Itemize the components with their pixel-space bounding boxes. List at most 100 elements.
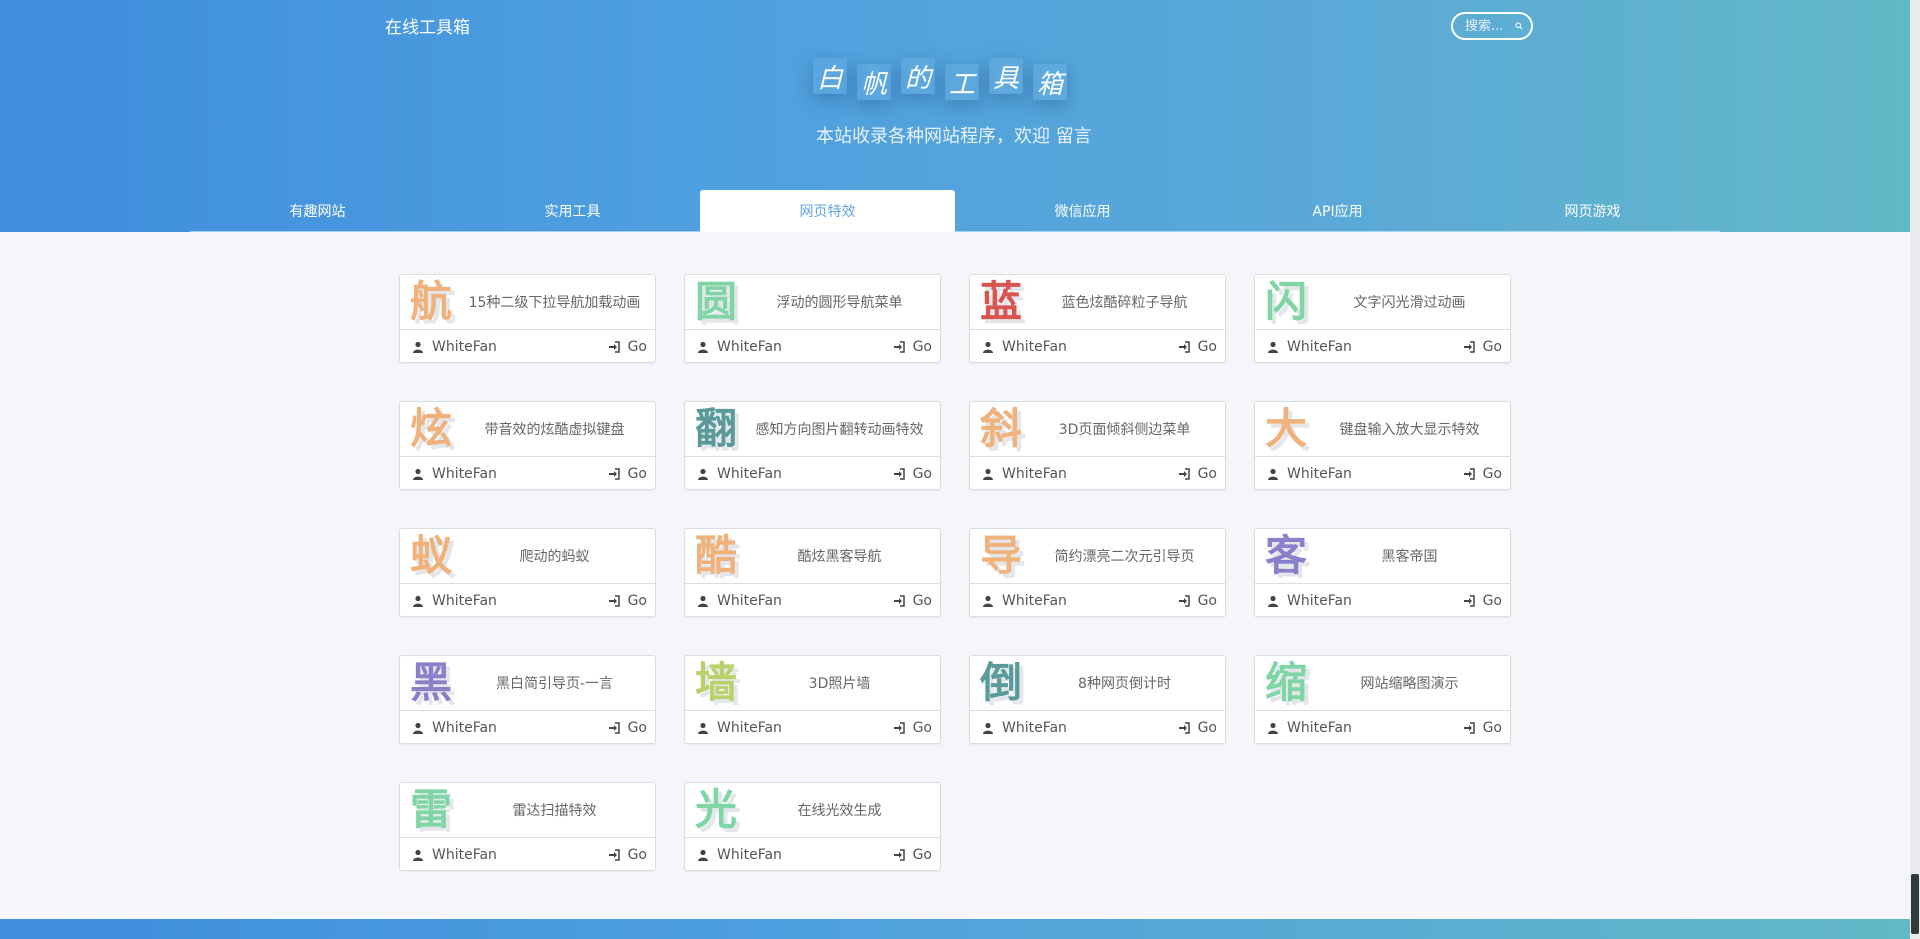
- card-author: WhiteFan: [982, 593, 1067, 609]
- effect-card[interactable]: 翻 感知方向图片翻转动画特效 WhiteFan Go: [684, 401, 941, 490]
- go-link[interactable]: Go: [1178, 466, 1217, 482]
- go-label: Go: [1197, 720, 1217, 736]
- search-input[interactable]: [1463, 17, 1515, 35]
- card-footer: WhiteFan Go: [685, 584, 940, 618]
- card-title[interactable]: 文字闪光滑过动画: [1317, 292, 1510, 312]
- go-link[interactable]: Go: [608, 593, 647, 609]
- tab-web-games[interactable]: 网页游戏: [1465, 190, 1720, 232]
- go-link[interactable]: Go: [1463, 466, 1502, 482]
- author-name: WhiteFan: [1002, 720, 1067, 736]
- tab-wechat-apps[interactable]: 微信应用: [955, 190, 1210, 232]
- go-label: Go: [627, 720, 647, 736]
- card-title[interactable]: 在线光效生成: [747, 800, 940, 820]
- go-label: Go: [1197, 593, 1217, 609]
- card-header: 酷 酷炫黑客导航: [685, 529, 940, 584]
- card-glyph: 雷: [409, 785, 452, 834]
- go-link[interactable]: Go: [608, 720, 647, 736]
- card-title[interactable]: 雷达扫描特效: [462, 800, 655, 820]
- card-author: WhiteFan: [697, 466, 782, 482]
- effect-card[interactable]: 倒 8种网页倒计时 WhiteFan Go: [969, 655, 1226, 744]
- sign-in-icon: [1463, 468, 1475, 480]
- user-icon: [983, 341, 993, 353]
- card-author: WhiteFan: [697, 847, 782, 863]
- card-title[interactable]: 网站缩略图演示: [1317, 673, 1510, 693]
- effect-card[interactable]: 导 简约漂亮二次元引导页 WhiteFan Go: [969, 528, 1226, 617]
- scrollbar-thumb[interactable]: [1911, 874, 1919, 934]
- go-link[interactable]: Go: [893, 720, 932, 736]
- effect-card[interactable]: 圆 浮动的圆形导航菜单 WhiteFan Go: [684, 274, 941, 363]
- go-label: Go: [912, 720, 932, 736]
- tab-fun-sites[interactable]: 有趣网站: [190, 190, 445, 232]
- card-title[interactable]: 感知方向图片翻转动画特效: [747, 419, 940, 439]
- effect-card[interactable]: 炫 带音效的炫酷虚拟键盘 WhiteFan Go: [399, 401, 656, 490]
- scrollbar[interactable]: [1910, 0, 1920, 939]
- card-title[interactable]: 键盘输入放大显示特效: [1317, 419, 1510, 439]
- card-title[interactable]: 酷炫黑客导航: [747, 546, 940, 566]
- go-link[interactable]: Go: [893, 847, 932, 863]
- effect-card[interactable]: 蚁 爬动的蚂蚁 WhiteFan Go: [399, 528, 656, 617]
- sign-in-icon: [608, 468, 620, 480]
- card-title[interactable]: 8种网页倒计时: [1032, 673, 1225, 693]
- card-glyph: 蓝: [979, 277, 1022, 326]
- effect-card[interactable]: 光 在线光效生成 WhiteFan Go: [684, 782, 941, 871]
- tab-web-effects[interactable]: 网页特效: [700, 190, 955, 232]
- tab-tools[interactable]: 实用工具: [445, 190, 700, 232]
- go-link[interactable]: Go: [1463, 339, 1502, 355]
- sign-in-icon: [608, 595, 620, 607]
- author-name: WhiteFan: [1287, 720, 1352, 736]
- sign-in-icon: [1178, 468, 1190, 480]
- author-name: WhiteFan: [432, 720, 497, 736]
- go-link[interactable]: Go: [893, 466, 932, 482]
- go-link[interactable]: Go: [893, 593, 932, 609]
- effect-card[interactable]: 航 15种二级下拉导航加载动画 WhiteFan Go: [399, 274, 656, 363]
- effect-card[interactable]: 大 键盘输入放大显示特效 WhiteFan Go: [1254, 401, 1511, 490]
- sign-in-icon: [608, 849, 620, 861]
- go-label: Go: [627, 339, 647, 355]
- card-author: WhiteFan: [1267, 466, 1352, 482]
- effect-card[interactable]: 斜 3D页面倾斜侧边菜单 WhiteFan Go: [969, 401, 1226, 490]
- go-link[interactable]: Go: [608, 466, 647, 482]
- card-title[interactable]: 浮动的圆形导航菜单: [747, 292, 940, 312]
- go-link[interactable]: Go: [1178, 593, 1217, 609]
- author-name: WhiteFan: [1287, 593, 1352, 609]
- effect-card[interactable]: 闪 文字闪光滑过动画 WhiteFan Go: [1254, 274, 1511, 363]
- card-title[interactable]: 黑客帝国: [1317, 546, 1510, 566]
- card-title[interactable]: 带音效的炫酷虚拟键盘: [462, 419, 655, 439]
- effect-card[interactable]: 雷 雷达扫描特效 WhiteFan Go: [399, 782, 656, 871]
- go-link[interactable]: Go: [1463, 720, 1502, 736]
- card-header: 墙 3D照片墙: [685, 656, 940, 711]
- go-link[interactable]: Go: [1178, 720, 1217, 736]
- go-link[interactable]: Go: [1178, 339, 1217, 355]
- card-footer: WhiteFan Go: [685, 711, 940, 745]
- go-link[interactable]: Go: [608, 339, 647, 355]
- site-brand[interactable]: 在线工具箱: [385, 13, 470, 38]
- author-name: WhiteFan: [1002, 593, 1067, 609]
- effect-card[interactable]: 酷 酷炫黑客导航 WhiteFan Go: [684, 528, 941, 617]
- card-title[interactable]: 3D照片墙: [747, 673, 940, 693]
- search-box[interactable]: [1451, 12, 1533, 40]
- title-char: 工: [945, 64, 979, 100]
- card-title[interactable]: 蓝色炫酷碎粒子导航: [1032, 292, 1225, 312]
- effect-card[interactable]: 墙 3D照片墙 WhiteFan Go: [684, 655, 941, 744]
- sign-in-icon: [893, 468, 905, 480]
- category-tabs: 有趣网站 实用工具 网页特效 微信应用 API应用 网页游戏: [190, 190, 1720, 232]
- go-link[interactable]: Go: [608, 847, 647, 863]
- card-footer: WhiteFan Go: [400, 838, 655, 872]
- effect-card[interactable]: 缩 网站缩略图演示 WhiteFan Go: [1254, 655, 1511, 744]
- card-glyph: 蚁: [409, 531, 452, 580]
- search-icon[interactable]: [1515, 19, 1523, 33]
- user-icon: [698, 595, 708, 607]
- go-link[interactable]: Go: [1463, 593, 1502, 609]
- card-title[interactable]: 3D页面倾斜侧边菜单: [1032, 419, 1225, 439]
- effect-card[interactable]: 客 黑客帝国 WhiteFan Go: [1254, 528, 1511, 617]
- effect-card[interactable]: 黑 黑白简引导页-一言 WhiteFan Go: [399, 655, 656, 744]
- tab-api-apps[interactable]: API应用: [1210, 190, 1465, 232]
- author-name: WhiteFan: [717, 466, 782, 482]
- card-title[interactable]: 黑白简引导页-一言: [462, 673, 655, 693]
- card-title[interactable]: 简约漂亮二次元引导页: [1032, 546, 1225, 566]
- effect-card[interactable]: 蓝 蓝色炫酷碎粒子导航 WhiteFan Go: [969, 274, 1226, 363]
- card-title[interactable]: 爬动的蚂蚁: [462, 546, 655, 566]
- card-title[interactable]: 15种二级下拉导航加载动画: [462, 292, 655, 312]
- go-link[interactable]: Go: [893, 339, 932, 355]
- card-header: 炫 带音效的炫酷虚拟键盘: [400, 402, 655, 457]
